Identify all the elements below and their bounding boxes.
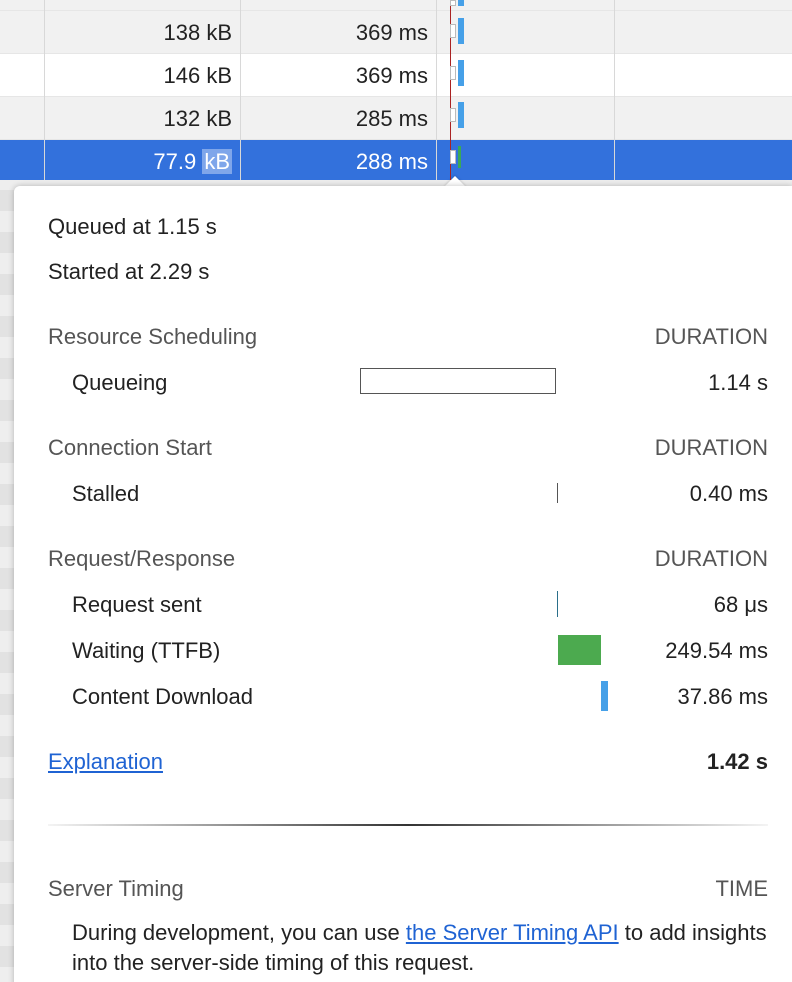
size-unit-highlight: kB — [202, 149, 232, 174]
size-number: 77.9 — [153, 149, 197, 174]
column-divider[interactable] — [44, 0, 45, 180]
content-download-bar — [601, 681, 608, 711]
timing-value-request-sent: 68 μs — [713, 592, 768, 617]
server-timing-text: During development, you can use — [72, 920, 406, 945]
time-header: TIME — [715, 876, 768, 901]
waterfall-queue-box — [450, 108, 456, 122]
waterfall-download-bar — [458, 0, 464, 6]
time-cell: 288 ms — [355, 149, 428, 174]
total-duration: 1.42 s — [706, 749, 768, 774]
waterfall-queue-box — [450, 66, 456, 80]
queueing-bar — [360, 368, 556, 394]
size-cell: 146 kB — [163, 63, 233, 88]
waiting-ttfb-bar — [558, 635, 601, 665]
table-row[interactable]: 146 kB 369 ms — [0, 53, 792, 96]
section-title-connection-start: Connection Start — [48, 435, 212, 460]
timing-value-waiting: 249.54 ms — [665, 638, 768, 663]
devtools-network-panel: 138 kB 369 ms 146 kB 369 ms 132 kB 285 m… — [0, 0, 792, 982]
timing-label-stalled: Stalled — [72, 481, 140, 506]
section-title-resource-scheduling: Resource Scheduling — [48, 324, 258, 349]
queued-at-text: Queued at 1.15 s — [48, 214, 217, 239]
waterfall-download-bar — [458, 18, 464, 44]
time-cell: 285 ms — [355, 106, 428, 131]
time-cell: 369 ms — [355, 63, 428, 88]
duration-header: DURATION — [654, 546, 768, 571]
size-cell: 77.9 kB — [153, 149, 232, 175]
started-at-text: Started at 2.29 s — [48, 259, 210, 284]
timing-value-stalled: 0.40 ms — [689, 481, 768, 506]
waterfall-download-bar — [458, 102, 464, 128]
stalled-bar — [557, 483, 558, 503]
waterfall-queue-box — [450, 0, 456, 6]
timing-label-request-sent: Request sent — [72, 592, 202, 617]
section-title-request-response: Request/Response — [48, 546, 236, 571]
server-timing-description: During development, you can use the Serv… — [72, 918, 772, 978]
timing-popover: Queued at 1.15 s Started at 2.29 s Resou… — [14, 186, 792, 982]
table-row[interactable]: 138 kB 369 ms — [0, 10, 792, 53]
network-request-table: 138 kB 369 ms 146 kB 369 ms 132 kB 285 m… — [0, 0, 792, 182]
timing-label-queueing: Queueing — [72, 370, 168, 395]
section-divider — [48, 824, 768, 826]
column-divider[interactable] — [240, 0, 241, 180]
waterfall-queue-box — [450, 24, 456, 38]
waterfall-download-bar — [458, 60, 464, 86]
timing-label-waiting: Waiting (TTFB) — [72, 638, 221, 663]
table-row-partial[interactable] — [0, 0, 792, 10]
timing-value-content-download: 37.86 ms — [677, 684, 769, 709]
column-divider[interactable] — [614, 0, 615, 180]
column-divider[interactable] — [436, 0, 437, 180]
waterfall-queue-box — [450, 150, 456, 164]
duration-header: DURATION — [654, 435, 768, 460]
size-cell: 138 kB — [163, 20, 233, 45]
table-row[interactable]: 132 kB 285 ms — [0, 96, 792, 139]
waterfall-waiting-bar — [458, 146, 461, 168]
duration-header: DURATION — [654, 324, 768, 349]
server-timing-api-link[interactable]: the Server Timing API — [406, 920, 619, 945]
size-cell: 132 kB — [163, 106, 233, 131]
explanation-link[interactable]: Explanation — [48, 749, 163, 775]
timing-value-queueing: 1.14 s — [708, 370, 768, 395]
time-cell: 369 ms — [355, 20, 428, 45]
table-row-selected[interactable]: 77.9 kB 288 ms — [0, 139, 792, 182]
timing-label-content-download: Content Download — [72, 684, 254, 709]
server-timing-title: Server Timing — [48, 876, 184, 901]
request-sent-bar — [557, 591, 558, 617]
